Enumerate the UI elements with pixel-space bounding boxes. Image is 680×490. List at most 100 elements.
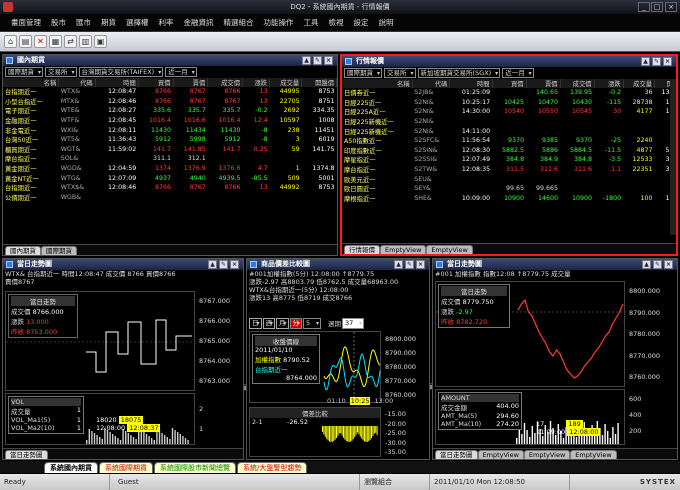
pin-icon[interactable]: ▲ — [302, 56, 311, 65]
table-row[interactable]: 日經225近一 S2NI& 10:25:17 10425 10470 10430 -115 2… — [342, 98, 676, 108]
table-icon[interactable]: ▤ — [19, 35, 32, 48]
column-header[interactable]: 代碼 — [58, 78, 96, 87]
dropdown-select[interactable]: 交易所 — [45, 67, 77, 77]
dropdown-select[interactable]: 近一月 — [165, 67, 197, 77]
menu-item[interactable]: 選擇權 — [121, 17, 154, 28]
table-row[interactable]: 黃金NT近一 WTG& 12:07:09 4937 4940 4939.5 -85.5 509… — [3, 173, 337, 183]
view-tab[interactable]: 當日走勢圖 — [435, 450, 478, 459]
column-header[interactable]: 成交價 — [560, 79, 595, 88]
lock-icon[interactable] — [6, 57, 13, 64]
table-row[interactable]: 印度指數近一 S2SIN& 12:08:30 5882.5 5886 5884.5 -11.… — [342, 146, 676, 156]
column-header[interactable]: 時間 — [95, 78, 139, 87]
period-value-select[interactable]: 5 — [303, 317, 321, 329]
menu-item[interactable]: 股市 — [46, 17, 71, 28]
arrows-icon[interactable]: ⇄ — [64, 35, 77, 48]
dropdown-select[interactable]: 新加坡期貨交易所(SGX) — [417, 68, 501, 78]
dropdown-select[interactable]: 近一月 — [502, 68, 534, 78]
compare-price-chart[interactable]: 收盤價線 2011/01/10 加權指數 8790.52 台指期近一 8764.… — [249, 331, 381, 404]
table-row[interactable]: 公債期近一 WGB& — [3, 193, 337, 203]
price-chart[interactable]: 當日走勢 成交價 8766.000 漲跌 13.000 昨收 8753.000 — [5, 291, 196, 391]
lock-icon[interactable] — [436, 261, 443, 268]
view-tab[interactable]: 國際期貨 — [41, 246, 77, 255]
table-row[interactable]: 黃金期近一 WGD& 12:04:59 1374 1376.9 1376.6 4.7 1 137… — [3, 164, 337, 174]
period-day[interactable]: 日 — [249, 317, 262, 329]
tab-intraday[interactable]: 當日走勢圖 — [5, 450, 48, 459]
settings-icon[interactable]: ✎ — [219, 260, 228, 269]
amount-chart[interactable]: AMOUNT 成交金額 404.00 AMT_Ma(5) 294.60 AMT_Ma(1… — [435, 389, 625, 445]
column-header[interactable]: 賣價 — [173, 78, 209, 87]
status-group[interactable]: 瀏覽組合 — [360, 474, 430, 490]
table-row[interactable]: 台指期近一 WTX& 12:08:47 8766 8767 8766 13 44995 8753 — [3, 87, 337, 97]
pin-icon[interactable]: ▲ — [642, 260, 651, 269]
workspace-tab[interactable]: 系統國際股市新聞總覽 — [154, 462, 236, 473]
column-header[interactable]: 代碼 — [412, 79, 451, 88]
view-tab[interactable]: EmptyView — [426, 245, 473, 254]
pin-icon[interactable]: ▲ — [394, 260, 403, 269]
table-row[interactable]: 歐日圓近一 SEY& 99.65 99.665 — [342, 184, 676, 194]
lock-icon[interactable] — [250, 261, 257, 268]
column-header[interactable]: 名稱 — [3, 78, 60, 87]
gap-input[interactable]: 37 — [342, 317, 364, 329]
column-header[interactable]: 成交量 — [623, 79, 656, 88]
table-row[interactable]: 日經225A近一 S2NI& 14:30:00 10540 10550 10545 30 41… — [342, 107, 676, 117]
column-header[interactable]: 漲跌 — [594, 79, 624, 88]
view-tab[interactable]: EmptyView — [380, 245, 427, 254]
settings-icon[interactable]: ✎ — [653, 260, 662, 269]
view-tab[interactable]: 國內期貨 — [5, 246, 41, 255]
column-header[interactable]: 賣價 — [526, 79, 561, 88]
table-row[interactable]: 摩台指近一 SOL& 311.1 312.1 — [3, 154, 337, 164]
table-row[interactable]: 台指期近一 WTX$& 12:08:46 8766 8767 8766 13 44992 875… — [3, 183, 337, 193]
table-row[interactable]: 櫃買期近一 WGT& 11:59:02 141.7 141.85 141.7 0.25 59 1… — [3, 145, 337, 155]
settings-icon[interactable]: ✎ — [405, 260, 414, 269]
table-row[interactable]: 摩星指近一 S2SSI& 12:07:49 384.8 384.9 384.8 -3.5 12… — [342, 155, 676, 165]
diff-chart[interactable]: 價差比較 2-1 -26.52 — [249, 407, 381, 457]
close-icon[interactable]: × — [663, 57, 672, 66]
column-header[interactable]: 成交價 — [207, 78, 244, 87]
index-price-chart[interactable]: 當日走勢 成交價 8779.750 漲跌 -2.97 昨收 8782.720 — [435, 281, 626, 387]
table-row[interactable]: 日經225新機近一 S2NI& 14:11:00 — [342, 126, 676, 136]
menu-item[interactable]: 功能操作 — [259, 17, 299, 28]
table-row[interactable]: 金融期近一 WTF& 12:08:45 1016.4 1016.6 1016.4 12.4 1… — [3, 116, 337, 126]
period-minute[interactable]: 分 — [289, 317, 302, 329]
column-header[interactable]: 成交量 — [269, 78, 303, 87]
pin-icon[interactable]: ▲ — [208, 260, 217, 269]
period-month[interactable]: 月 — [276, 317, 289, 329]
dropdown-select[interactable]: 國際期貨 — [344, 68, 382, 78]
close-icon[interactable]: × — [230, 260, 239, 269]
table-row[interactable]: 台灣50近一 WT5& 11:36:43 5912 5998 5912 -8 3 6019 — [3, 135, 337, 145]
chart-icon[interactable]: ▥ — [79, 35, 92, 48]
table-row[interactable]: 歐美元近一 SEU& — [342, 174, 676, 184]
dropdown-select[interactable]: 國際期貨 — [5, 67, 43, 77]
menu-item[interactable]: 期貨 — [96, 17, 121, 28]
view-tab[interactable]: EmptyView — [523, 450, 571, 459]
table-row[interactable]: A50指數近一 S2SFC& 11:56:54 9370 9385 9370 -25 2240… — [342, 136, 676, 146]
menu-item[interactable]: 工具 — [299, 17, 324, 28]
dropdown-select[interactable]: 台灣期貨交易所(TAIFEX) — [78, 67, 164, 77]
settings-icon[interactable]: ✎ — [313, 56, 322, 65]
table-row[interactable]: 小型台指近一 MTX& 12:08:46 8766 8767 8767 13 22705 875… — [3, 97, 337, 107]
column-header[interactable]: 買價 — [492, 79, 527, 88]
column-header[interactable]: 時間 — [449, 79, 493, 88]
period-week[interactable]: 週 — [262, 317, 275, 329]
lock-icon[interactable] — [345, 58, 352, 65]
menu-item[interactable]: 匯市 — [71, 17, 96, 28]
settings-icon[interactable]: ✎ — [652, 57, 661, 66]
menu-item[interactable]: 利率 — [154, 17, 179, 28]
close-icon[interactable]: ✕ — [34, 35, 47, 48]
table-row[interactable]: 日債券近一 S2JB& 01:25:09 140.65 139.95 -0.2 36 139 — [342, 88, 676, 98]
table-row[interactable]: 電子期近一 WTE& 12:08:27 335.6 335.7 335.7 -0.2 2692… — [3, 106, 337, 116]
workspace-tab[interactable]: 系統國內期貨 — [44, 462, 98, 473]
minimize-button[interactable]: _ — [638, 2, 650, 12]
table-row[interactable]: 非金電近一 WXI& 12:08:11 11430 11434 11430 -8 238 114… — [3, 125, 337, 135]
table-row[interactable]: 摩根指近一 SHE& 10:09:00 10900 14600 10900 -1800 100… — [342, 194, 676, 204]
view-tab[interactable]: EmptyView — [570, 450, 617, 459]
menu-item[interactable]: 檢視 — [324, 17, 349, 28]
home-icon[interactable]: ⌂ — [4, 35, 17, 48]
menu-item[interactable]: 說明 — [374, 17, 399, 28]
pin-icon[interactable]: ▲ — [641, 57, 650, 66]
close-icon[interactable]: × — [324, 56, 333, 65]
view-tab[interactable]: 行情報價 — [344, 245, 380, 254]
workspace-tab[interactable]: 系統國際期貨 — [99, 462, 153, 473]
view-tab[interactable]: EmptyView — [477, 450, 524, 459]
lock-icon[interactable] — [6, 261, 13, 268]
